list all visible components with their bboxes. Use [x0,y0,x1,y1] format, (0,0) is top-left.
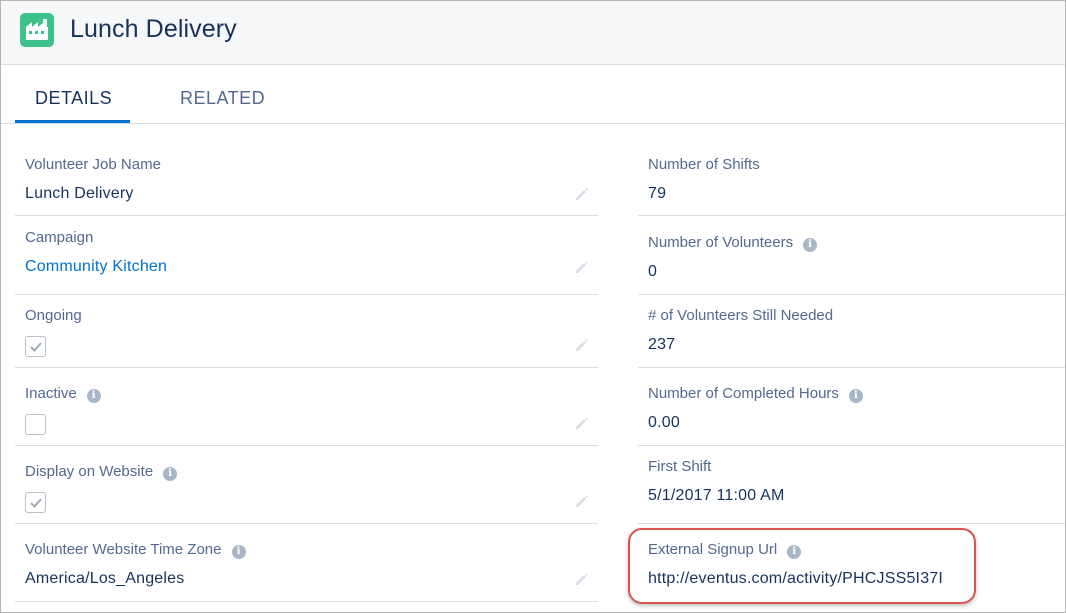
info-icon[interactable]: i [86,389,101,403]
field-display-on-website: Display on Website i [15,446,598,524]
tab-bar: DETAILS RELATED [1,65,1065,124]
field-volunteers-still-needed: # of Volunteers Still Needed 237 [638,295,1065,368]
tab-related[interactable]: RELATED [180,88,265,109]
field-label: Ongoing [25,307,82,324]
field-value: 5/1/2017 11:00 AM [648,487,785,504]
display-on-website-checkbox[interactable] [25,492,46,513]
field-label: Number of Shifts [648,156,760,173]
pencil-icon[interactable] [574,337,590,353]
checkmark-icon [30,342,42,352]
field-label: Inactive i [25,385,101,403]
page-title: Lunch Delivery [70,15,237,43]
field-label: Volunteer Website Time Zone i [25,541,246,559]
campaign-link[interactable]: Community Kitchen [25,258,167,276]
field-volunteer-job-name: Volunteer Job Name Lunch Delivery [15,141,598,216]
field-value: 79 [648,185,667,202]
record-page: Lunch Delivery DETAILS RELATED Volunteer… [0,0,1066,613]
field-ongoing: Ongoing [15,295,598,368]
field-value: Lunch Delivery [25,185,134,202]
field-time-zone: Volunteer Website Time Zone i America/Los… [15,524,598,602]
info-icon[interactable]: i [163,467,178,481]
field-inactive: Inactive i [15,368,598,446]
field-value: America/Los_Angeles [25,570,185,587]
field-label: Number of Volunteers i [648,234,818,252]
field-value: 0.00 [648,414,680,431]
field-number-of-shifts: Number of Shifts 79 [638,141,1065,216]
field-label: Display on Website i [25,463,178,481]
field-number-of-volunteers: Number of Volunteers i 0 [638,216,1065,295]
pencil-icon[interactable] [574,259,590,275]
active-tab-indicator [15,120,130,123]
field-campaign: Campaign Community Kitchen [15,216,598,295]
factory-icon [20,13,54,47]
field-label: Number of Completed Hours i [648,385,863,403]
pencil-icon[interactable] [574,186,590,202]
pencil-icon[interactable] [574,493,590,509]
inactive-checkbox[interactable] [25,414,46,435]
record-header: Lunch Delivery [1,1,1065,65]
highlight-annotation [628,528,976,604]
field-value: 0 [648,263,658,280]
field-label: Campaign [25,229,94,246]
pencil-icon[interactable] [574,571,590,587]
checkmark-icon [30,498,42,508]
field-label: First Shift [648,458,712,475]
field-value: 237 [648,336,676,353]
info-icon[interactable]: i [231,545,246,559]
field-label: Volunteer Job Name [25,156,161,173]
tab-details[interactable]: DETAILS [35,88,112,109]
field-label: # of Volunteers Still Needed [648,307,834,324]
info-icon[interactable]: i [848,389,863,403]
ongoing-checkbox[interactable] [25,336,46,357]
field-completed-hours: Number of Completed Hours i 0.00 [638,368,1065,446]
field-first-shift: First Shift 5/1/2017 11:00 AM [638,446,1065,524]
pencil-icon[interactable] [574,415,590,431]
info-icon[interactable]: i [803,238,818,252]
